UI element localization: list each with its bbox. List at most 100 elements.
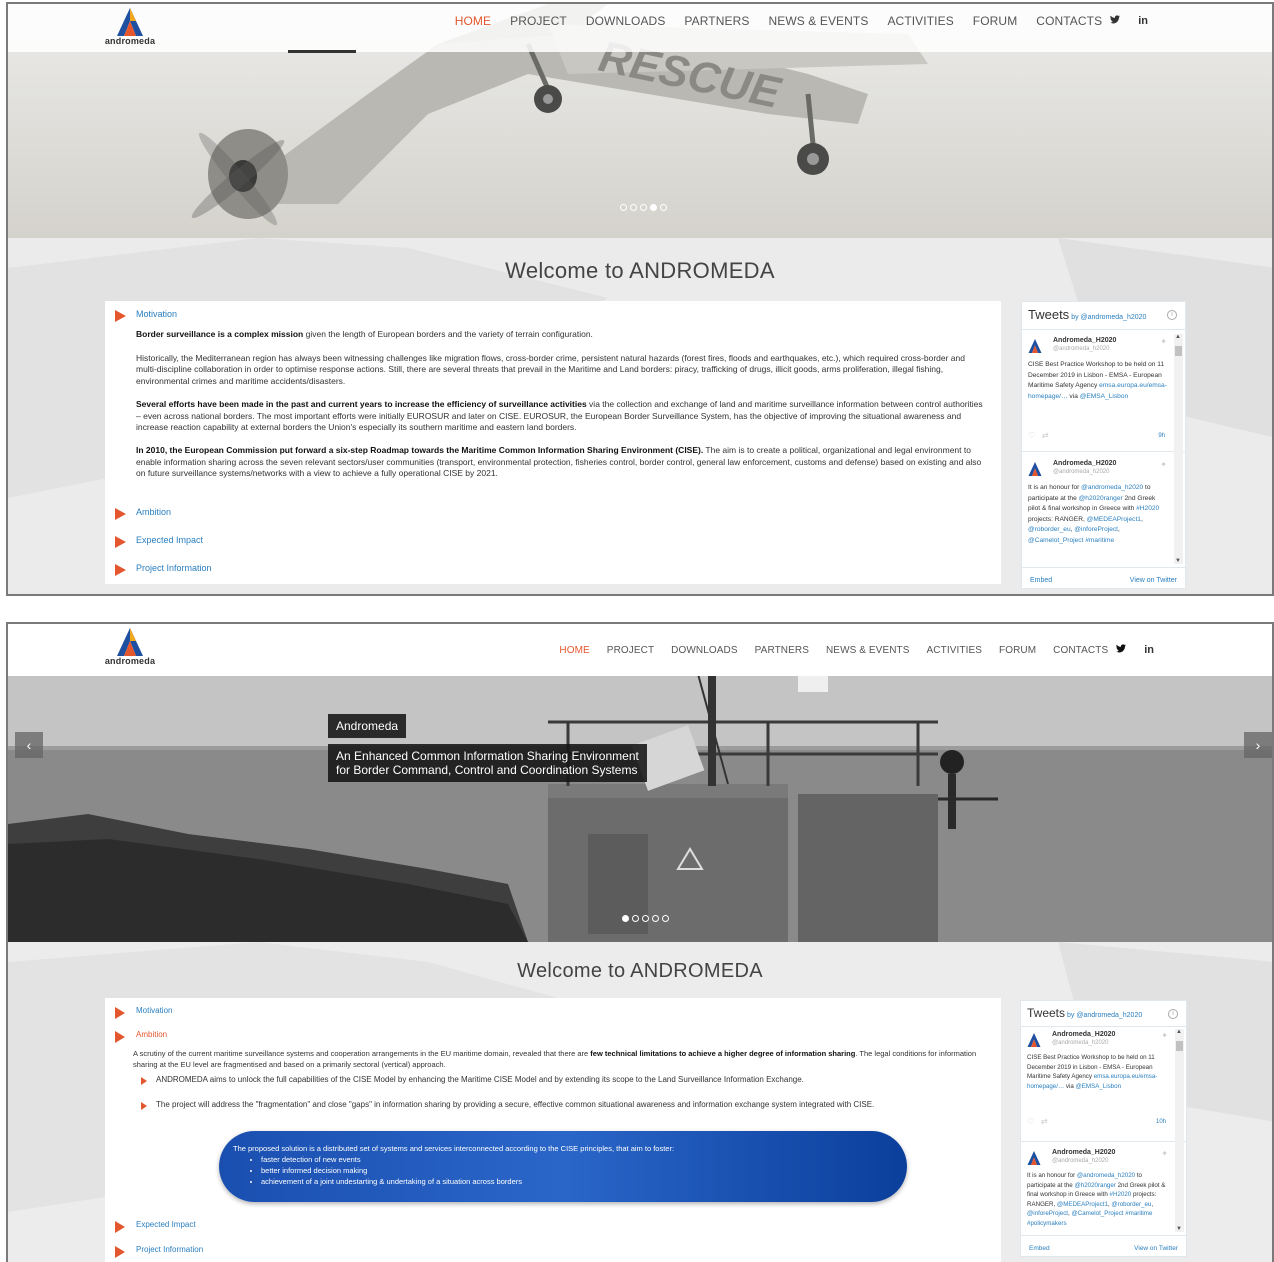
tweet-mention[interactable]: @roborder_eu bbox=[1111, 1201, 1151, 1208]
scroll-down-icon[interactable]: ▼ bbox=[1176, 1226, 1182, 1232]
accordion-motivation[interactable]: Motivation bbox=[105, 309, 177, 322]
linkedin-icon[interactable]: in bbox=[1138, 15, 1148, 27]
scroll-thumb[interactable] bbox=[1176, 1041, 1183, 1051]
carousel-dot[interactable] bbox=[652, 915, 659, 922]
tweet-handle[interactable]: @andromeda_h2020 bbox=[1053, 346, 1109, 352]
tweet-2[interactable]: Andromeda_H2020 @andromeda_h2020 ✦ It is… bbox=[1028, 460, 1169, 560]
carousel-dot[interactable] bbox=[632, 915, 639, 922]
view-on-twitter-link[interactable]: View on Twitter bbox=[1130, 577, 1177, 584]
hero-caption-subtitle: An Enhanced Common Information Sharing E… bbox=[328, 744, 647, 782]
twitter-icon[interactable] bbox=[1110, 15, 1121, 27]
nav-project[interactable]: PROJECT bbox=[510, 14, 567, 28]
tweet-1[interactable]: Andromeda_H2020 @andromeda_h2020 ✦ CISE … bbox=[1027, 1031, 1170, 1136]
andromeda-logo[interactable]: andromeda bbox=[104, 8, 156, 50]
nav-downloads[interactable]: DOWNLOADS bbox=[671, 645, 737, 656]
info-icon[interactable]: i bbox=[1167, 310, 1177, 320]
nav-home[interactable]: HOME bbox=[559, 645, 589, 656]
tweet-mention[interactable]: @MEDEAProject1 bbox=[1087, 516, 1141, 523]
twitter-icon[interactable] bbox=[1116, 644, 1127, 656]
tweet-author[interactable]: Andromeda_H2020 bbox=[1052, 1031, 1115, 1038]
carousel-dot[interactable] bbox=[630, 204, 637, 211]
accordion-ambition[interactable]: Ambition bbox=[105, 1030, 167, 1043]
nav-project[interactable]: PROJECT bbox=[607, 645, 654, 656]
ambition-intro: A scrutiny of the current maritime surve… bbox=[102, 1048, 1001, 1070]
tweet-mention[interactable]: @inforeProject bbox=[1027, 1210, 1068, 1217]
tweet-handle[interactable]: @andromeda_h2020 bbox=[1053, 469, 1109, 475]
embed-link[interactable]: Embed bbox=[1029, 1245, 1050, 1252]
tweets-scrollbar[interactable]: ▲ ▼ bbox=[1174, 334, 1183, 564]
tweet-mention[interactable]: @MEDEAProject1 bbox=[1057, 1201, 1108, 1208]
tweet-time[interactable]: 10h bbox=[1156, 1119, 1166, 1125]
nav-contacts[interactable]: CONTACTS bbox=[1053, 645, 1108, 656]
top-navbar: andromeda HOME PROJECT DOWNLOADS PARTNER… bbox=[8, 624, 1272, 676]
carousel-dot-active[interactable] bbox=[650, 204, 657, 211]
heart-icon[interactable]: ♡ bbox=[1028, 431, 1035, 440]
andromeda-logo[interactable]: andromeda bbox=[104, 628, 156, 670]
tweet-mention[interactable]: @andromeda_h2020 bbox=[1077, 1172, 1135, 1179]
carousel-next-button[interactable]: › bbox=[1244, 732, 1272, 758]
embed-link[interactable]: Embed bbox=[1030, 577, 1052, 584]
carousel-prev-button[interactable]: ‹ bbox=[15, 732, 43, 758]
linkedin-icon[interactable]: in bbox=[1144, 644, 1154, 656]
nav-activities[interactable]: ACTIVITIES bbox=[887, 14, 953, 28]
tweet-hashtag[interactable]: #policymakers bbox=[1027, 1220, 1067, 1227]
nav-forum[interactable]: FORUM bbox=[999, 645, 1036, 656]
nav-downloads[interactable]: DOWNLOADS bbox=[586, 14, 666, 28]
carousel-dot-active[interactable] bbox=[622, 915, 629, 922]
info-icon[interactable]: i bbox=[1168, 1009, 1178, 1019]
scroll-up-icon[interactable]: ▲ bbox=[1175, 334, 1181, 340]
nav-contacts[interactable]: CONTACTS bbox=[1036, 14, 1102, 28]
nav-activities[interactable]: ACTIVITIES bbox=[927, 645, 982, 656]
tweet-mention[interactable]: @inforeProject bbox=[1074, 526, 1118, 533]
scroll-thumb[interactable] bbox=[1175, 346, 1182, 356]
tweet-time[interactable]: 9h bbox=[1158, 433, 1165, 439]
nav-forum[interactable]: FORUM bbox=[973, 14, 1018, 28]
tweet-mention[interactable]: @EMSA_Lisbon bbox=[1076, 1083, 1122, 1090]
carousel-dot[interactable] bbox=[620, 204, 627, 211]
tweet-mention[interactable]: @h2020ranger bbox=[1074, 1182, 1115, 1189]
tweet-author[interactable]: Andromeda_H2020 bbox=[1052, 1149, 1115, 1156]
accordion-project-information[interactable]: Project Information bbox=[105, 563, 212, 576]
tweet-hashtag[interactable]: #maritime bbox=[1124, 1210, 1152, 1217]
accordion-ambition[interactable]: Ambition bbox=[105, 507, 171, 520]
tweet-2[interactable]: Andromeda_H2020 @andromeda_h2020 ✦ It is… bbox=[1027, 1149, 1170, 1239]
logo-text: andromeda bbox=[104, 656, 156, 666]
tweet-author[interactable]: Andromeda_H2020 bbox=[1053, 460, 1116, 467]
carousel-dot[interactable] bbox=[660, 204, 667, 211]
tweet-mention[interactable]: @h2020ranger bbox=[1079, 495, 1123, 502]
tweet-mention[interactable]: @roborder_eu bbox=[1028, 526, 1071, 533]
accordion-expected-impact[interactable]: Expected Impact bbox=[105, 1220, 196, 1233]
nav-partners[interactable]: PARTNERS bbox=[755, 645, 809, 656]
tweets-by-handle[interactable]: @andromeda_h2020 bbox=[1076, 1012, 1142, 1019]
scroll-down-icon[interactable]: ▼ bbox=[1175, 558, 1181, 564]
tweet-mention[interactable]: @andromeda_h2020 bbox=[1081, 484, 1143, 491]
carousel-dot[interactable] bbox=[642, 915, 649, 922]
carousel-dot[interactable] bbox=[640, 204, 647, 211]
tweet-hashtag[interactable]: #maritime bbox=[1083, 537, 1114, 544]
accordion-expected-impact[interactable]: Expected Impact bbox=[105, 535, 203, 548]
nav-home[interactable]: HOME bbox=[455, 14, 491, 28]
share-icon[interactable]: ⇄ bbox=[1041, 1117, 1048, 1126]
nav-news-events[interactable]: NEWS & EVENTS bbox=[826, 645, 910, 656]
tweet-hashtag[interactable]: #H2020 bbox=[1136, 505, 1159, 512]
tweets-scrollbar[interactable]: ▲ ▼ bbox=[1175, 1029, 1184, 1232]
accordion-motivation[interactable]: Motivation bbox=[105, 1006, 172, 1019]
view-on-twitter-link[interactable]: View on Twitter bbox=[1134, 1245, 1178, 1252]
tweet-mention[interactable]: @EMSA_Lisbon bbox=[1080, 393, 1128, 400]
tweet-mention[interactable]: @Camelot_Project bbox=[1028, 537, 1083, 544]
tweets-by-handle[interactable]: @andromeda_h2020 bbox=[1081, 314, 1147, 321]
tweet-mention[interactable]: @Camelot_Project bbox=[1071, 1210, 1123, 1217]
tweet-handle[interactable]: @andromeda_h2020 bbox=[1052, 1158, 1108, 1164]
share-icon[interactable]: ⇄ bbox=[1042, 431, 1049, 440]
accordion-project-information[interactable]: Project Information bbox=[105, 1245, 203, 1258]
heart-icon[interactable]: ♡ bbox=[1027, 1117, 1034, 1126]
tweet-hashtag[interactable]: #H2020 bbox=[1110, 1191, 1132, 1198]
nav-news-events[interactable]: NEWS & EVENTS bbox=[768, 14, 868, 28]
tweets-footer: Embed View on Twitter bbox=[1030, 577, 1177, 584]
scroll-up-icon[interactable]: ▲ bbox=[1176, 1029, 1182, 1035]
tweet-1[interactable]: Andromeda_H2020 @andromeda_h2020 ✦ CISE … bbox=[1028, 337, 1169, 447]
tweet-handle[interactable]: @andromeda_h2020 bbox=[1052, 1040, 1108, 1046]
nav-partners[interactable]: PARTNERS bbox=[684, 14, 749, 28]
tweet-author[interactable]: Andromeda_H2020 bbox=[1053, 337, 1116, 344]
carousel-dot[interactable] bbox=[662, 915, 669, 922]
